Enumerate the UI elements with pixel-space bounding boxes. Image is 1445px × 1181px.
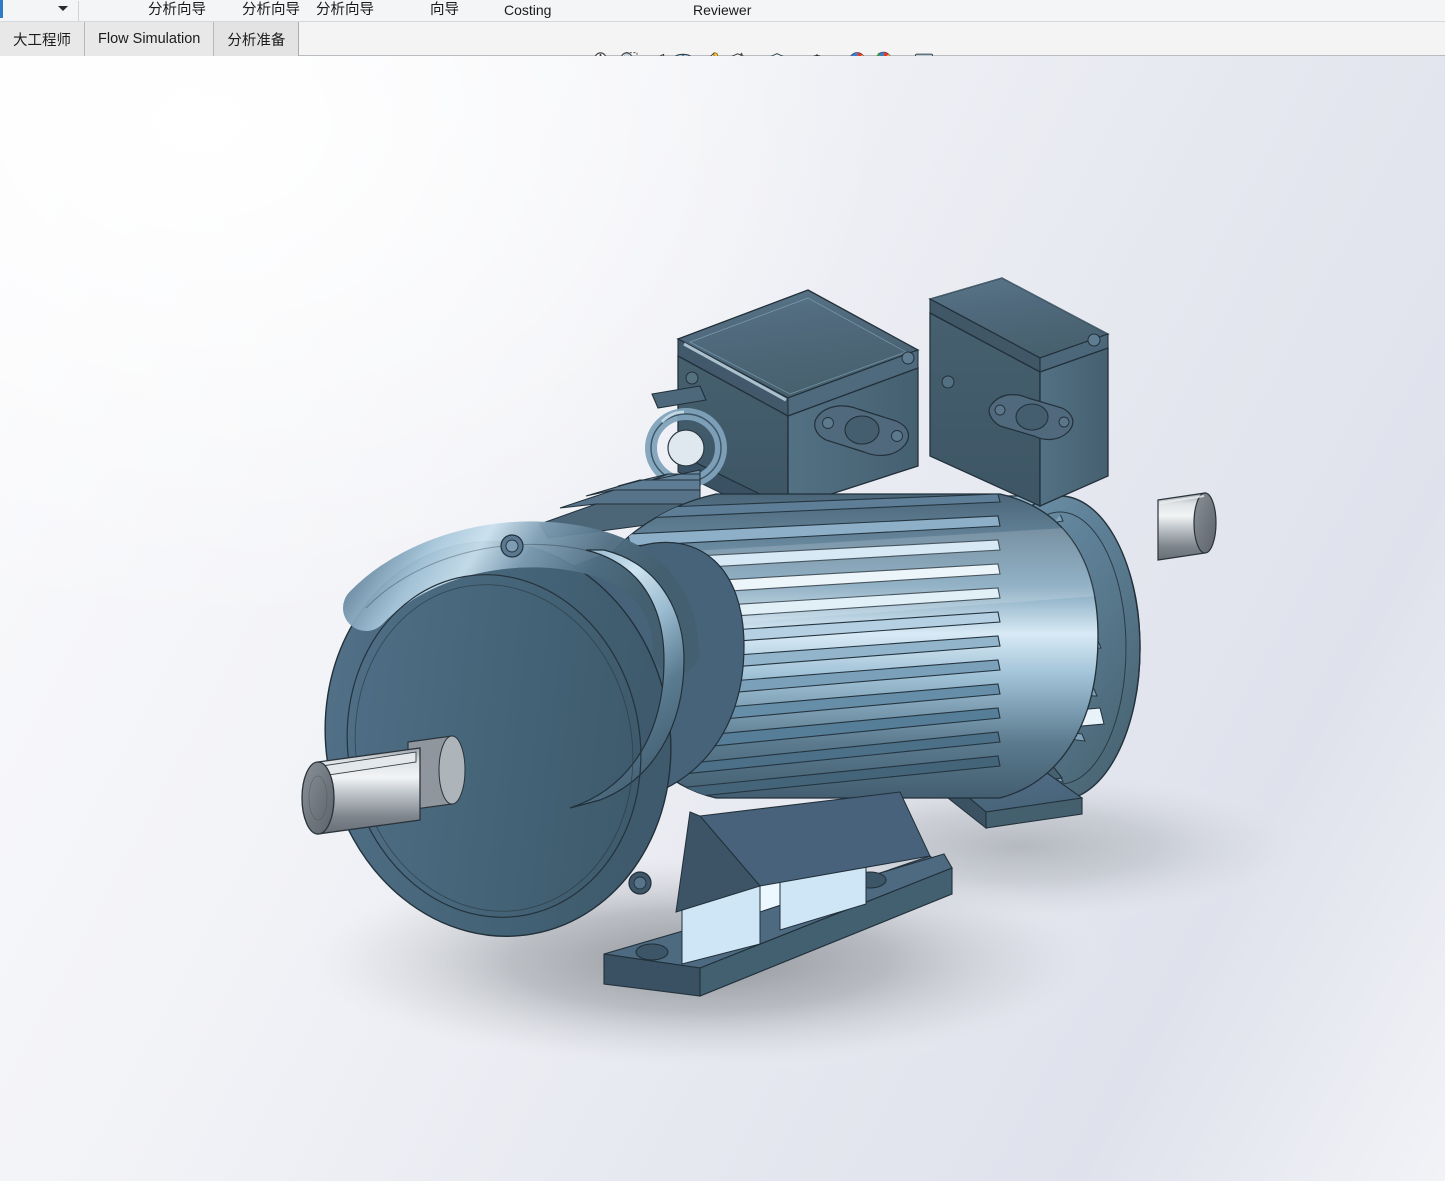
menu-accent-bar (0, 0, 3, 18)
menu-separator (78, 1, 79, 21)
ribbon-tab-row: 大工程师 Flow Simulation 分析准备 (0, 22, 1445, 70)
chevron-down-icon[interactable] (58, 6, 68, 11)
menu-item-costing[interactable]: Costing (504, 0, 551, 22)
cad-3d-viewport[interactable] (0, 56, 1445, 1181)
tab-analysis-prep[interactable]: 分析准备 (214, 22, 300, 56)
rear-shaft-stub[interactable] (1157, 492, 1217, 561)
menu-item-wizard[interactable]: 向导 (430, 0, 459, 22)
cad-application-window: 分析向导 分析向导 分析向导 向导 Costing Reviewer 大工程师 … (0, 0, 1445, 1181)
menu-item-reviewer[interactable]: Reviewer (693, 0, 751, 22)
menu-bar: 分析向导 分析向导 分析向导 向导 Costing Reviewer (0, 0, 1445, 22)
terminal-box-rear[interactable] (928, 277, 1110, 508)
menu-item-analysis-wizard-3[interactable]: 分析向导 (316, 0, 374, 22)
tab-group: 大工程师 Flow Simulation 分析准备 (0, 22, 300, 56)
menu-item-analysis-wizard-1[interactable]: 分析向导 (148, 0, 206, 22)
tab-senior-engineer[interactable]: 大工程师 (0, 22, 85, 56)
menu-item-analysis-wizard-2[interactable]: 分析向导 (242, 0, 300, 22)
terminal-box-front[interactable] (676, 289, 920, 527)
tab-flow-simulation[interactable]: Flow Simulation (85, 22, 215, 56)
motor-model-render[interactable] (0, 56, 1445, 1181)
